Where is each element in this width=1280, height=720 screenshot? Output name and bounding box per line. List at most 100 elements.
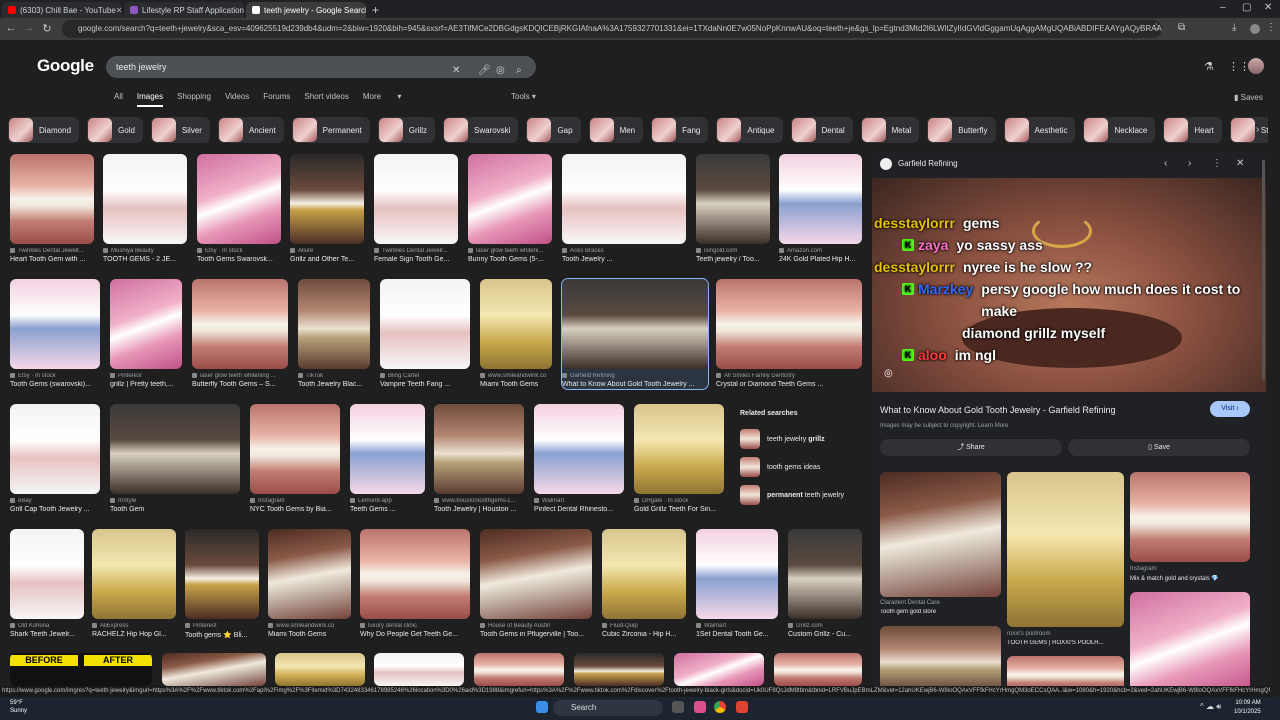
result-thumbnail[interactable]	[350, 404, 425, 494]
start-button-icon[interactable]	[536, 701, 548, 713]
apps-grid-icon[interactable]: ⋮⋮	[1228, 60, 1250, 73]
result-title[interactable]: Tooth Gems in Pflugerville | Too...	[480, 631, 592, 638]
related-image-title[interactable]: Tooth gem gold store	[880, 609, 1001, 615]
result-thumbnail[interactable]	[92, 529, 176, 619]
browser-tab-youtube[interactable]: (6303) Chill Bae - YouTube ✕	[2, 2, 122, 18]
result-thumbnail[interactable]	[480, 529, 592, 619]
extensions-icon[interactable]: ⧉	[1178, 22, 1185, 33]
image-result[interactable]: Twinkles Dental Jewelr... Female Sign Too…	[374, 154, 458, 264]
chip-dental[interactable]: Dental	[790, 117, 853, 143]
chip-aesthetic[interactable]: Aesthetic	[1003, 117, 1076, 143]
close-window-button[interactable]: ✕	[1264, 2, 1272, 13]
related-item[interactable]: tooth gems ideas	[734, 453, 862, 481]
image-result[interactable]: Etsy · In stock Tooth Gems (swarovski)...	[10, 279, 100, 389]
system-clock[interactable]: 10:09 AM 10/1/2025	[1234, 699, 1261, 717]
image-result[interactable]: Amazon.com 24K Gold Plated Hip H...	[779, 154, 862, 264]
result-thumbnail[interactable]	[602, 529, 686, 619]
result-thumbnail[interactable]	[374, 653, 464, 686]
tab-more[interactable]: More ▾	[363, 92, 401, 107]
previous-arrow-icon[interactable]: ‹	[1164, 158, 1167, 169]
image-result[interactable]: Bling Cartel Vampire Teeth Fang ...	[380, 279, 470, 389]
next-arrow-icon[interactable]: ›	[1188, 158, 1191, 169]
result-title[interactable]: Tooth Jewelry | Houston ...	[434, 506, 524, 513]
google-logo[interactable]: Google	[37, 56, 94, 76]
saves-button[interactable]: ▮ Saves	[1234, 93, 1263, 102]
chip-fang[interactable]: Fang	[651, 117, 709, 143]
result-thumbnail[interactable]	[275, 653, 365, 686]
result-title[interactable]: grillz | Pretty teeth,...	[110, 381, 182, 388]
preview-title[interactable]: What to Know About Gold Tooth Jewelry - …	[880, 405, 1115, 415]
weather-widget[interactable]: 59°F Sunny	[10, 699, 27, 715]
result-title[interactable]: Gold Grillz Teeth For Sin...	[634, 506, 724, 513]
chrome-icon[interactable]	[714, 701, 726, 713]
result-title[interactable]: Vampire Teeth Fang ...	[380, 381, 470, 388]
image-result[interactable]: Walmart 1Set Dental Tooth Ge...	[696, 529, 778, 639]
result-thumbnail[interactable]	[298, 279, 370, 369]
image-result[interactable]: Fluid-Quip Cubic Zirconia - Hip H...	[602, 529, 686, 639]
preview-site-header[interactable]: Garfield Refining	[880, 158, 958, 170]
clear-search-icon[interactable]: ✕	[452, 60, 460, 82]
result-thumbnail[interactable]	[634, 404, 724, 494]
result-thumbnail[interactable]	[574, 653, 664, 686]
chip-men[interactable]: Men	[588, 117, 644, 143]
chip-grillz[interactable]: Grillz	[377, 117, 435, 143]
result-title[interactable]: NYC Tooth Gems by Bia...	[250, 506, 340, 513]
result-title[interactable]: Butterfly Tooth Gems – S...	[192, 381, 288, 388]
related-image-title[interactable]: Mix & match gold and crystals 💎	[1130, 575, 1250, 582]
related-image-title[interactable]: TOOTH GEMS | ROXXI'S POOLR...	[1007, 640, 1124, 646]
app-icon[interactable]	[694, 701, 706, 713]
app-icon[interactable]	[736, 701, 748, 713]
result-title[interactable]: Miami Tooth Gems	[268, 631, 351, 638]
result-thumbnail[interactable]	[185, 529, 259, 619]
image-result[interactable]: Pinterest grillz | Pretty teeth,...	[110, 279, 182, 389]
result-title[interactable]: Cubic Zirconia - Hip H...	[602, 631, 686, 638]
bookmark-star-icon[interactable]: ☆	[1152, 22, 1161, 33]
result-thumbnail[interactable]	[480, 279, 552, 369]
result-thumbnail[interactable]	[110, 404, 240, 494]
tab-forums[interactable]: Forums	[263, 92, 290, 107]
result-thumbnail[interactable]	[103, 154, 187, 244]
result-title[interactable]: Grillz and Other Te...	[290, 256, 364, 263]
result-title[interactable]: Teeth jewelry / Too...	[696, 256, 770, 263]
image-result[interactable]: Etsy · In stock Tooth Gems Swarovsk...	[197, 154, 281, 264]
result-title[interactable]: What to Know About Gold Tooth Jewelry ..…	[562, 381, 708, 388]
result-title[interactable]: Tooth Gem	[110, 506, 240, 513]
image-result[interactable]: Instagram NYC Tooth Gems by Bia...	[250, 404, 340, 514]
result-thumbnail[interactable]	[434, 404, 524, 494]
result-thumbnail[interactable]	[110, 279, 182, 369]
maximize-button[interactable]: ▢	[1242, 2, 1251, 13]
result-title[interactable]: 24K Gold Plated Hip H...	[779, 256, 862, 263]
result-thumbnail[interactable]	[534, 404, 624, 494]
chip-antique[interactable]: Antique	[716, 117, 783, 143]
image-result[interactable]: www.smileandwink.co Miami Tooth Gems	[268, 529, 351, 639]
result-thumbnail[interactable]	[10, 279, 100, 369]
image-result[interactable]: isingold.com Teeth jewelry / Too...	[696, 154, 770, 264]
result-thumbnail[interactable]	[268, 529, 351, 619]
microphone-icon[interactable]: 🎤︎	[478, 60, 491, 82]
result-title[interactable]: TOOTH GEMS - 2 JE...	[103, 256, 187, 263]
task-view-icon[interactable]	[672, 701, 684, 713]
search-icon[interactable]: ⌕	[516, 60, 522, 82]
image-result[interactable]: www.houstontoothgems.c... Tooth Jewelry |…	[434, 404, 524, 514]
result-title[interactable]: Tooth Gems Swarovsk...	[197, 256, 281, 263]
tab-short-videos[interactable]: Short videos	[304, 92, 348, 107]
close-preview-icon[interactable]: ✕	[1236, 158, 1244, 169]
result-thumbnail[interactable]	[380, 279, 470, 369]
result-title[interactable]: Tooth Jewelry Blac...	[298, 381, 370, 388]
close-tab-icon[interactable]: ✕	[116, 6, 122, 15]
image-result[interactable]: Pinterest Tooth gems ⭐ Bli...	[185, 529, 259, 639]
result-title[interactable]: Shark Teeth Jewelr...	[10, 631, 84, 638]
tab-all[interactable]: All	[114, 92, 123, 107]
profile-avatar[interactable]	[1250, 24, 1260, 34]
back-button[interactable]: ←	[2, 22, 20, 34]
panel-scrollbar[interactable]	[1262, 160, 1265, 380]
related-image-thumb[interactable]	[1130, 472, 1250, 562]
save-button[interactable]: ▯ Save	[1068, 439, 1250, 456]
tools-button[interactable]: Tools ▾	[511, 92, 536, 101]
result-thumbnail[interactable]	[474, 653, 564, 686]
image-result[interactable]: luxury dental clinic Why Do People Get Te…	[360, 529, 470, 639]
image-result[interactable]: DHgate · In stock Gold Grillz Teeth For S…	[634, 404, 724, 514]
image-result[interactable]: Grillz.com Custom Grillz - Cu...	[788, 529, 862, 639]
image-result[interactable]: www.smileandwink.co Miami Tooth Gems	[480, 279, 552, 389]
related-image-thumb[interactable]	[880, 472, 1001, 597]
